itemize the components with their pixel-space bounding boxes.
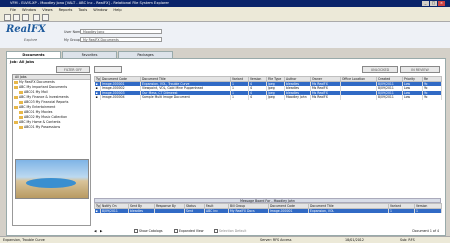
toolbar-save-icon[interactable] (22, 14, 29, 21)
table-row[interactable]: ▪ Image-000002 Viewpoint, VOL, Gold Mine… (94, 86, 442, 91)
status-sub: Sub: RFS (400, 238, 415, 242)
nav-first-button[interactable]: ◀ (94, 228, 96, 234)
document-count: Document 1 of 4 (412, 229, 439, 233)
folder-icon (14, 80, 18, 84)
toolbar-new-icon[interactable] (4, 14, 11, 21)
status-left: Expansion, Trouble Curve (3, 238, 45, 242)
expanded-view-checkbox[interactable]: Expanded View (174, 228, 203, 234)
user-name-field[interactable]: Moodley Jono (80, 29, 162, 34)
my-group-select[interactable]: My RealFX Documents (80, 37, 162, 42)
folder-icon (19, 100, 23, 104)
table-row[interactable]: ▪ 8/09/2011 bleadles Sent ABC Inc My Rea… (94, 208, 442, 213)
toolbar (0, 13, 450, 22)
realfx-logo: RealFX (6, 24, 46, 35)
status-server: Server: RFS Access (260, 238, 292, 242)
header-area (0, 22, 450, 48)
logo-tagline: Explore (24, 38, 38, 42)
tab-favorites[interactable]: Favorites (62, 51, 117, 58)
unlocked-button[interactable]: UNLOCKED (362, 66, 398, 73)
col-header[interactable]: Typ (94, 203, 101, 209)
message-board-table: Typ Notify On Sent By Response By Status… (94, 203, 442, 213)
tab-documents[interactable]: Documents (6, 51, 61, 58)
nav-next-button[interactable]: ▶ (100, 228, 102, 234)
folder-icon (19, 110, 23, 114)
folder-icon (19, 115, 23, 119)
window-title: VFM - ELVIS-XP - Moodley Jono [VALT - AB… (10, 1, 170, 5)
table-row[interactable]: ▪ Image-000004 Sample Multi Image Docume… (94, 95, 442, 100)
toolbar-open-icon[interactable] (13, 14, 20, 21)
selection-default-checkbox[interactable]: Selection Default (214, 228, 246, 234)
window-titlebar: VFM - ELVIS-XP - Moodley Jono [VALT - AB… (0, 0, 450, 7)
job-heading: Job: All Jobs (10, 60, 35, 64)
folder-icon (19, 125, 23, 129)
col-header[interactable]: Typ (94, 76, 101, 82)
options-row: ◀ ▶ Show Catalogs Expanded View Selectio… (94, 228, 441, 234)
toolbar-refresh-icon[interactable] (33, 14, 40, 21)
close-button[interactable]: × (438, 1, 445, 6)
tab-packages[interactable]: Packages (118, 51, 173, 58)
maximize-button[interactable]: □ (430, 1, 437, 6)
documents-table: Typ Document Code Document Title Variant… (94, 76, 442, 100)
folder-icon (19, 90, 23, 94)
preview-water-shape (26, 178, 76, 188)
minimize-button[interactable]: _ (422, 1, 429, 6)
folder-icon (14, 85, 18, 89)
status-date: 18/01/2012 (345, 238, 365, 242)
main-tabs: Documents Favorites Packages (6, 51, 446, 58)
folder-icon (14, 120, 18, 124)
filter-off-button[interactable]: FILTER OFF (56, 66, 90, 73)
documents-toolbar-button[interactable] (94, 66, 122, 73)
document-preview-image (15, 159, 89, 199)
folder-icon (14, 105, 18, 109)
table-header-row: Typ Document Code Document Title Variant… (94, 76, 442, 82)
tree-node[interactable]: ABC01 My Possessions (13, 125, 90, 130)
in-review-button[interactable]: IN REVIEW (400, 66, 440, 73)
my-group-label: My Group (64, 38, 80, 42)
show-catalogs-checkbox[interactable]: Show Catalogs (134, 228, 163, 234)
jobs-tree: All Jobs My RealFX Documents ABC My Impo… (12, 74, 91, 226)
folder-icon (14, 95, 18, 99)
toolbar-print-icon[interactable] (42, 14, 49, 21)
status-bar: Expansion, Trouble Curve Server: RFS Acc… (0, 236, 450, 243)
